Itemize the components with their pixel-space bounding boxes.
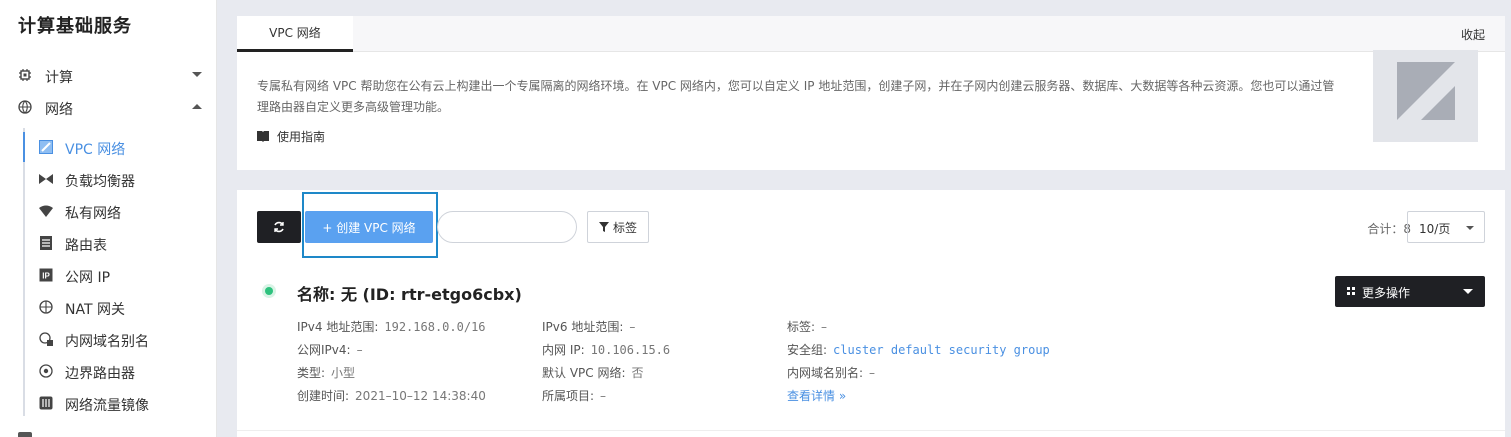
- resource-name: 名称: 无 (ID: rtr-etgo6cbx): [297, 285, 522, 304]
- sidebar-next-group-icon: [18, 432, 32, 437]
- sidebar-item-label: 网络流量镜像: [65, 398, 149, 414]
- field-tags: 标签: –: [787, 320, 828, 334]
- create-vpc-button[interactable]: + 创建 VPC 网络: [305, 211, 433, 243]
- sidebar-item-label: 负载均衡器: [65, 174, 135, 190]
- sidebar-item-label: 内网域名别名: [65, 334, 149, 350]
- refresh-button[interactable]: [257, 211, 301, 243]
- dns-icon: [39, 332, 53, 346]
- vpc-icon: [39, 140, 53, 154]
- sidebar-item-vpc[interactable]: VPC 网络: [25, 133, 215, 161]
- sidebar-item-label: 边界路由器: [65, 366, 135, 382]
- field-default-vpc: 默认 VPC 网络: 否: [542, 366, 644, 380]
- border-router-icon: [39, 364, 53, 378]
- sidebar-item-traffic-mirror[interactable]: 网络流量镜像: [25, 389, 215, 417]
- ip-icon: IP: [39, 268, 53, 282]
- chevron-up-icon: [192, 104, 202, 109]
- user-guide-link[interactable]: 使用指南: [257, 128, 325, 145]
- field-dns-alias: 内网域名别名: –: [787, 366, 876, 380]
- intro-card: VPC 网络 收起 专属私有网络 VPC 帮助您在公有云上构建出一个专属隔离的网…: [237, 16, 1505, 170]
- more-actions-button[interactable]: 更多操作: [1335, 276, 1485, 307]
- user-guide-label: 使用指南: [277, 130, 326, 144]
- route-table-icon: [40, 236, 52, 250]
- filter-icon: [598, 222, 609, 232]
- book-icon: [257, 131, 269, 142]
- sidebar-item-label: VPC 网络: [65, 142, 126, 158]
- globe-icon: [18, 100, 32, 114]
- refresh-icon: [274, 221, 284, 233]
- sidebar-item-border-router[interactable]: 边界路由器: [25, 357, 215, 385]
- field-project: 所属项目: –: [542, 389, 607, 403]
- sidebar-item-route-table[interactable]: 路由表: [25, 229, 215, 257]
- sidebar-item-load-balancer[interactable]: 负载均衡器: [25, 165, 215, 193]
- tab-vpc-network[interactable]: VPC 网络: [237, 16, 353, 52]
- field-type: 类型: 小型: [297, 366, 356, 380]
- wifi-icon: [39, 205, 53, 217]
- row-divider: [237, 430, 1505, 431]
- page-size-value: 10/页: [1419, 222, 1451, 236]
- collapse-button[interactable]: 收起: [1461, 26, 1485, 43]
- sidebar-item-label: 公网 IP: [65, 270, 111, 286]
- tab-bar: VPC 网络 收起: [237, 16, 1505, 52]
- illustration-graphic: [1397, 62, 1455, 120]
- sidebar-item-label: 路由表: [65, 238, 107, 254]
- vpc-list-card: + 创建 VPC 网络 标签 合计：8 10/页 名称: 无 (ID: rtr-…: [237, 190, 1505, 437]
- grid-icon: [1347, 287, 1355, 295]
- sidebar-group-compute[interactable]: 计算: [0, 61, 217, 89]
- sidebar: 计算基础服务 计算 网络 VPC 网络 负载均衡器 私有网络 路由表 IP 公网…: [0, 0, 217, 437]
- sidebar-item-dns-alias[interactable]: 内网域名别名: [25, 325, 215, 353]
- traffic-mirror-icon: [39, 396, 53, 410]
- chip-icon: [19, 69, 31, 81]
- field-security-group: 安全组: cluster default security group: [787, 343, 1050, 357]
- sidebar-item-label: NAT 网关: [65, 302, 125, 318]
- load-balancer-icon: [39, 174, 53, 184]
- tag-filter-label: 标签: [612, 220, 637, 235]
- chevron-down-icon: [192, 72, 202, 77]
- field-public-ipv4: 公网IPv4: –: [297, 343, 363, 357]
- sidebar-item-private-network[interactable]: 私有网络: [25, 197, 215, 225]
- chevron-down-icon: [1463, 289, 1473, 294]
- nat-gateway-icon: [39, 300, 53, 314]
- field-internal-ip: 内网 IP: 10.106.15.6: [542, 343, 671, 357]
- more-actions-label: 更多操作: [1362, 286, 1411, 300]
- vpc-illustration: [1373, 50, 1478, 142]
- field-created-time: 创建时间: 2021–10–12 14:38:40: [297, 389, 486, 403]
- status-indicator: [265, 287, 273, 295]
- field-ipv6-range: IPv6 地址范围: –: [542, 320, 636, 334]
- field-ipv4-range: IPv4 地址范围: 192.168.0.0/16: [297, 320, 486, 334]
- sidebar-group-label: 计算: [45, 70, 73, 86]
- sidebar-group-network[interactable]: 网络: [0, 93, 217, 121]
- chevron-down-icon: [1466, 226, 1474, 230]
- tag-filter-button[interactable]: 标签: [587, 211, 649, 243]
- search-input[interactable]: [437, 211, 577, 243]
- view-details-link[interactable]: 查看详情 »: [787, 387, 846, 404]
- svg-text:IP: IP: [42, 272, 50, 281]
- sidebar-item-public-ip[interactable]: IP 公网 IP: [25, 261, 215, 289]
- sidebar-group-label: 网络: [45, 102, 73, 118]
- sidebar-title: 计算基础服务: [18, 16, 132, 37]
- security-group-link[interactable]: cluster default security group: [833, 343, 1050, 357]
- sidebar-item-label: 私有网络: [65, 206, 121, 222]
- page-size-select[interactable]: 10/页: [1407, 211, 1485, 243]
- sidebar-item-nat-gateway[interactable]: NAT 网关: [25, 293, 215, 321]
- total-count: 合计：8: [1367, 222, 1411, 236]
- vpc-description: 专属私有网络 VPC 帮助您在公有云上构建出一个专属隔离的网络环境。在 VPC …: [257, 79, 1335, 114]
